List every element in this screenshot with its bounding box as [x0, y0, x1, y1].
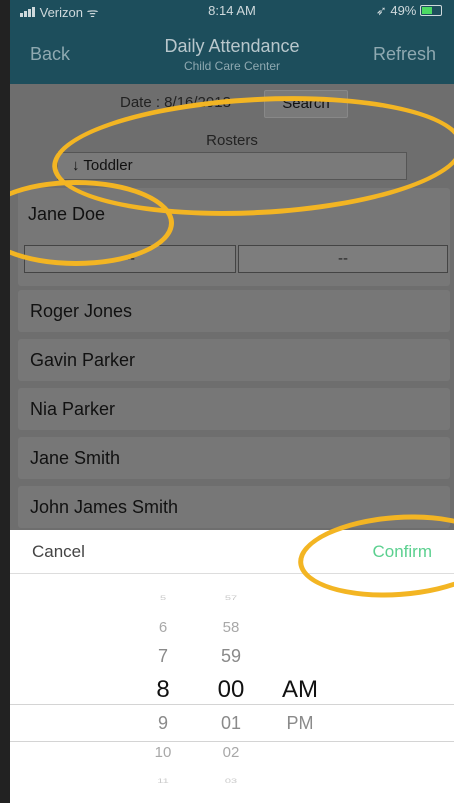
- child-row-gavin-parker[interactable]: Gavin Parker: [18, 339, 450, 381]
- picker-toolbar: Cancel Confirm: [10, 530, 454, 574]
- minute-option[interactable]: 57: [206, 591, 256, 607]
- child-row-nia-parker[interactable]: Nia Parker: [18, 388, 450, 430]
- top-bar: Verizon ︎ᯤ 8:14 AM ➶ 49% Back Daily Atte…: [10, 0, 454, 84]
- minute-option[interactable]: 03: [206, 774, 256, 790]
- battery-percent: 49%: [390, 3, 417, 18]
- hour-option[interactable]: 10: [138, 738, 188, 767]
- time-picker-sheet: Cancel Confirm 5 6 7 8 9 10 11 57 58 59 …: [10, 530, 454, 803]
- hour-column[interactable]: 5 6 7 8 9 10 11: [138, 584, 188, 796]
- left-edge: [0, 0, 10, 803]
- check-in-time-field[interactable]: --: [24, 245, 236, 273]
- battery-icon: [420, 5, 442, 16]
- cancel-button[interactable]: Cancel: [32, 542, 85, 562]
- attendance-content: Date : 8/16/2018 Search Rosters ↓ Toddle…: [10, 84, 454, 530]
- rosters-label: Rosters: [206, 132, 258, 149]
- roster-dropdown[interactable]: ↓ Toddler: [57, 152, 407, 180]
- hour-option[interactable]: 9: [138, 709, 188, 738]
- hour-selected[interactable]: 8: [138, 671, 188, 709]
- hour-option[interactable]: 5: [138, 591, 188, 607]
- minute-option[interactable]: 58: [206, 613, 256, 642]
- hour-option[interactable]: 6: [138, 613, 188, 642]
- period-selected[interactable]: AM: [270, 671, 330, 709]
- child-name: Jane Doe: [28, 204, 106, 224]
- status-bar: Verizon ︎ᯤ 8:14 AM ➶ 49%: [10, 0, 454, 22]
- hour-option[interactable]: 7: [138, 642, 188, 671]
- check-out-time-field[interactable]: --: [238, 245, 448, 273]
- minute-column[interactable]: 57 58 59 00 01 02 03: [206, 584, 256, 796]
- hour-option[interactable]: 11: [138, 774, 188, 790]
- period-column[interactable]: . . . AM PM: [270, 584, 330, 738]
- confirm-button[interactable]: Confirm: [372, 542, 432, 562]
- search-button[interactable]: Search: [264, 90, 348, 118]
- minute-option[interactable]: 01: [206, 709, 256, 738]
- refresh-button[interactable]: Refresh: [373, 44, 436, 65]
- minute-selected[interactable]: 00: [206, 671, 256, 709]
- child-row-roger-jones[interactable]: Roger Jones: [18, 290, 450, 332]
- child-row-jane-smith[interactable]: Jane Smith: [18, 437, 450, 479]
- minute-option[interactable]: 02: [206, 738, 256, 767]
- date-label[interactable]: Date : 8/16/2018: [120, 94, 231, 111]
- minute-option[interactable]: 59: [206, 642, 256, 671]
- app-frame: Verizon ︎ᯤ 8:14 AM ➶ 49% Back Daily Atte…: [0, 0, 454, 803]
- battery-status: ➶ 49%: [376, 3, 442, 19]
- time-picker-wheel[interactable]: 5 6 7 8 9 10 11 57 58 59 00 01 02 03 . .…: [10, 574, 454, 803]
- location-icon: ➶: [375, 3, 387, 18]
- period-option[interactable]: PM: [270, 709, 330, 738]
- selected-child-card[interactable]: Jane Doe -- --: [18, 188, 450, 286]
- child-row-john-james-smith[interactable]: John James Smith: [18, 486, 450, 528]
- navigation-bar: Back Daily Attendance Child Care Center …: [10, 24, 454, 80]
